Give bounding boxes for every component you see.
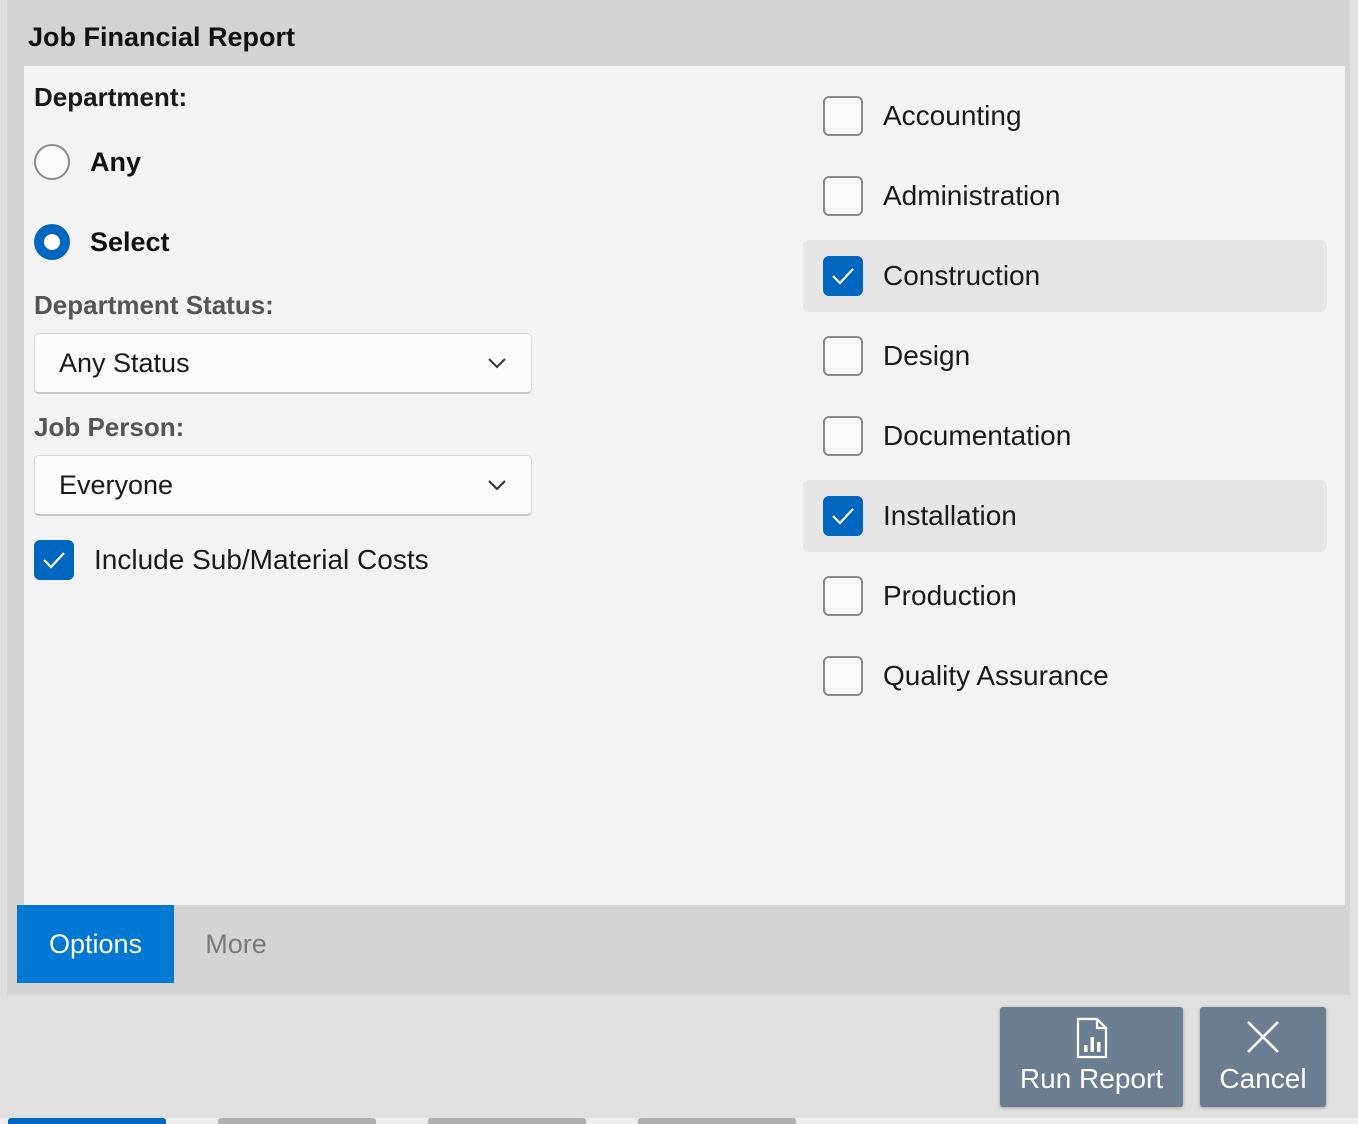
strip-segment <box>218 1118 376 1124</box>
include-costs-box[interactable] <box>34 540 74 580</box>
strip-segment <box>428 1118 586 1124</box>
dept-label: Installation <box>883 500 1017 531</box>
department-status-label: Department Status: <box>34 290 274 320</box>
report-dialog: Job Financial Report Department: Any Sel… <box>7 0 1350 995</box>
tab-more[interactable]: More <box>174 905 298 983</box>
dept-item-administration[interactable]: Administration <box>803 160 1327 232</box>
chevron-down-icon <box>488 480 506 491</box>
dept-checkbox[interactable] <box>823 496 863 536</box>
job-person-label: Job Person: <box>34 412 185 442</box>
tab-options[interactable]: Options <box>17 905 174 983</box>
dept-checkbox[interactable] <box>823 176 863 216</box>
job-person-value: Everyone <box>59 469 174 500</box>
dept-item-quality-assurance[interactable]: Quality Assurance <box>803 640 1327 712</box>
dept-label: Design <box>883 340 971 371</box>
dept-label: Accounting <box>883 100 1022 131</box>
checkmark-icon <box>43 552 65 569</box>
chevron-down-icon <box>488 358 506 369</box>
bottom-tab-strip <box>0 1118 1358 1124</box>
dept-checkbox[interactable] <box>823 656 863 696</box>
dept-checkbox[interactable] <box>823 336 863 376</box>
include-costs-checkbox[interactable]: Include Sub/Material Costs <box>34 540 429 580</box>
options-panel: Department: Any Select Department Status… <box>24 66 1345 905</box>
dept-item-construction[interactable]: Construction <box>803 240 1327 312</box>
run-report-label: Run Report <box>1019 1063 1164 1094</box>
dept-checkbox[interactable] <box>823 576 863 616</box>
dept-label: Administration <box>883 180 1061 211</box>
tab-bar: Options More <box>17 905 1338 983</box>
dept-item-documentation[interactable]: Documentation <box>803 400 1327 472</box>
dept-label: Construction <box>883 260 1041 291</box>
department-label: Department: <box>34 82 188 112</box>
radio-any[interactable]: Any <box>34 140 141 184</box>
cancel-button[interactable]: Cancel <box>1200 1007 1326 1107</box>
dept-item-accounting[interactable]: Accounting <box>803 80 1327 152</box>
close-icon <box>1247 1021 1279 1053</box>
dept-item-installation[interactable]: Installation <box>803 480 1327 552</box>
radio-select-circle[interactable] <box>34 224 70 260</box>
strip-segment-active <box>8 1118 166 1124</box>
department-status-value: Any Status <box>59 347 190 378</box>
dept-item-design[interactable]: Design <box>803 320 1327 392</box>
cancel-label: Cancel <box>1219 1063 1307 1094</box>
radio-any-circle[interactable] <box>34 144 70 180</box>
job-person-dropdown[interactable]: Everyone <box>34 455 532 516</box>
dept-checkbox[interactable] <box>823 256 863 296</box>
department-status-dropdown[interactable]: Any Status <box>34 333 532 394</box>
dialog-title: Job Financial Report <box>28 22 296 52</box>
dept-checkbox[interactable] <box>823 416 863 456</box>
strip-segment <box>638 1118 796 1124</box>
report-chart-icon <box>1076 1017 1107 1059</box>
dept-checkbox[interactable] <box>823 96 863 136</box>
checkmark-icon <box>832 268 854 285</box>
dept-item-production[interactable]: Production <box>803 560 1327 632</box>
department-checklist: Accounting Administration Construction D… <box>803 80 1327 720</box>
dept-label: Quality Assurance <box>883 660 1109 691</box>
radio-select-label: Select <box>90 226 170 257</box>
radio-any-label: Any <box>90 146 142 177</box>
run-report-button[interactable]: Run Report <box>1000 1007 1183 1107</box>
dept-label: Documentation <box>883 420 1072 451</box>
dept-label: Production <box>883 580 1017 611</box>
include-costs-label: Include Sub/Material Costs <box>94 544 429 575</box>
radio-select[interactable]: Select <box>34 220 170 264</box>
checkmark-icon <box>832 508 854 525</box>
